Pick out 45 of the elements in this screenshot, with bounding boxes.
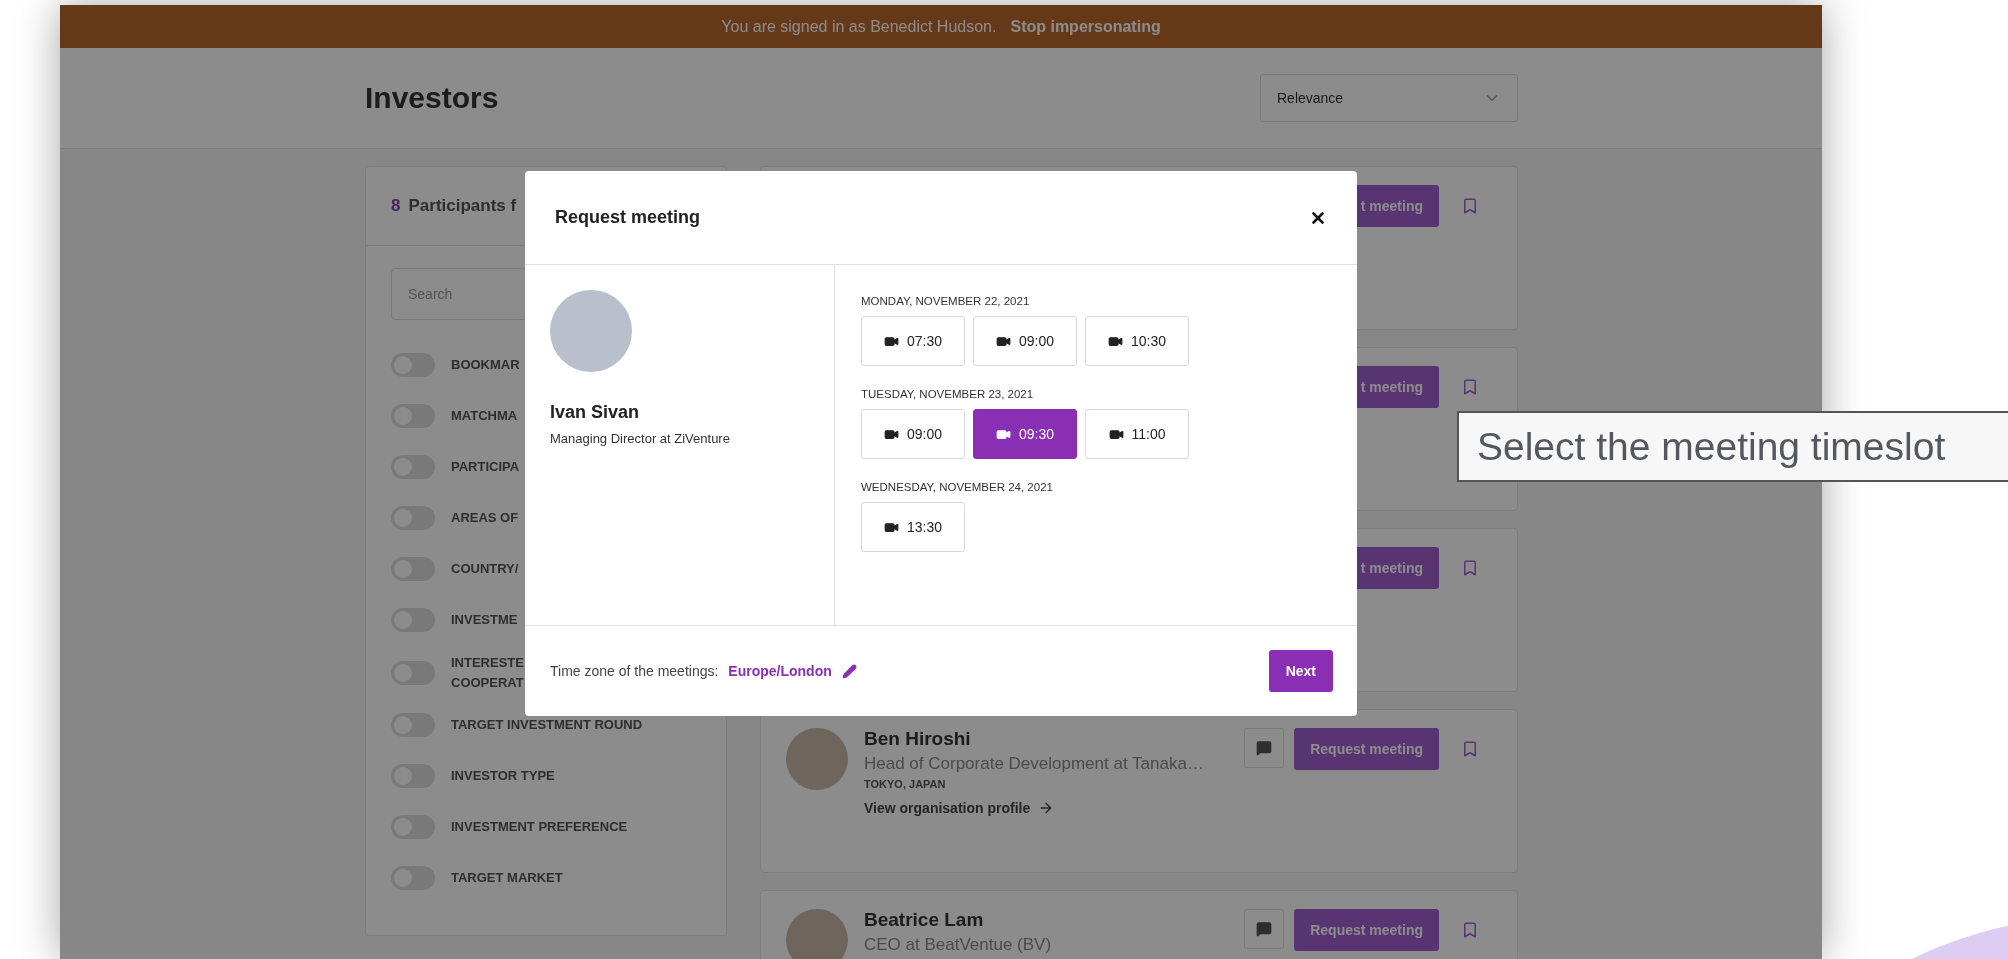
chat-button[interactable] [1244,909,1285,949]
timeslot-button[interactable]: 09:00 [861,409,965,459]
investor-title: Head of Corporate Development at Tanaka… [864,754,1205,774]
avatar-photo [786,909,848,959]
participant-count: 8 [391,196,401,216]
filter-label: INTERESTE COOPERAT [451,654,524,692]
chat-icon [1256,740,1273,756]
annotation-text: Select the meeting timeslot [1477,424,1946,469]
filter-label: INVESTOR TYPE [451,767,555,786]
timeslot-button[interactable]: 09:30 [973,409,1077,459]
view-profile-link[interactable]: View organisation profile [864,800,1229,816]
investor-title: CEO at BeatVentue (BV) [864,935,1053,955]
investor-name: Ben Hiroshi [864,728,972,750]
filter-label: COUNTRY/ [451,560,519,579]
filter-label: INVESTMENT PREFERENCE [451,818,628,837]
day-heading: TUESDAY, NOVEMBER 23, 2021 [861,388,1035,400]
timeslot-button[interactable]: 13:30 [861,502,965,552]
filter-panel-title: Participants f [408,196,517,216]
filter-label: INVESTME [451,611,518,630]
filter-label: TARGET MARKET [451,869,563,888]
filter-label: PARTICIPA [451,458,520,477]
timezone-label: Time zone of the meetings: [550,663,719,679]
filter-label: TARGET INVESTMENT ROUND [451,716,643,735]
timezone-link[interactable]: Europe/London [728,663,832,679]
banner-text: You are signed in as Benedict Hudson. [721,17,997,36]
person-role: Managing Director at ZiVenture [550,431,731,446]
day-heading: MONDAY, NOVEMBER 22, 2021 [861,295,1031,307]
filter-label: BOOKMAR [451,356,520,375]
chat-icon [1256,921,1273,937]
timeslot-button[interactable]: 11:00 [1085,409,1189,459]
next-button[interactable]: Next [1268,650,1333,692]
day-heading: WEDNESDAY, NOVEMBER 24, 2021 [861,481,1054,493]
timeslot-button[interactable]: 10:30 [1085,316,1189,366]
dialog-title: Request meeting [555,207,701,228]
filter-label: AREAS OF [451,509,519,528]
investor-name: Beatrice Lam [864,909,985,931]
filter-label: MATCHMA [451,407,518,426]
timeslot-button[interactable]: 09:00 [973,316,1077,366]
chat-button[interactable] [1244,728,1285,768]
pencil-icon[interactable] [841,663,857,679]
person-name: Ivan Sivan [550,402,641,423]
timeslot-button[interactable]: 07:30 [861,316,965,366]
page-title: Investors [365,81,499,115]
sort-dropdown[interactable]: Relevance [1260,74,1518,122]
investor-location: TOKYO, JAPAN [864,778,947,790]
